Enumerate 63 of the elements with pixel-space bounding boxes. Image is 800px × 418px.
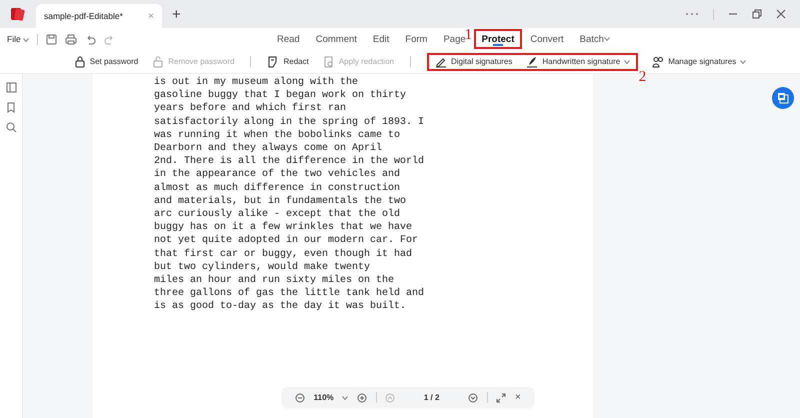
ribbon-button[interactable]: Handwritten signature: [526, 56, 630, 68]
document-text-line: almost as much difference in construction: [154, 182, 402, 195]
document-text-line: arc curiously alike - except that the old: [154, 208, 402, 222]
people-icon: [652, 56, 664, 68]
page-number: 1 / 2: [424, 393, 440, 402]
document-pen-icon: [267, 56, 280, 68]
bookmark-icon[interactable]: [6, 102, 16, 113]
document-text-line: and materials, but in fundamentals the two: [154, 194, 408, 208]
document-text-line: 2nd. There is all the difference in the world: [154, 155, 426, 168]
pen-icon: [434, 56, 447, 68]
document-text-line: miles an hour and run sixty miles on the: [154, 274, 396, 288]
caret-icon: [23, 38, 30, 42]
document-text-line: Dearborn and they always come on April: [154, 142, 384, 156]
menu-tab[interactable]: Edit: [364, 29, 398, 50]
ribbon-button[interactable]: Manage signatures: [652, 56, 746, 68]
search-icon[interactable]: [6, 122, 16, 133]
unlocked-lock-icon: [152, 56, 164, 68]
more-icon[interactable]: [685, 12, 699, 16]
close-zoom-button[interactable]: ×: [515, 392, 521, 403]
fullscreen-icon[interactable]: [496, 392, 506, 402]
document-text-line: but two cylinders, would make twenty: [154, 260, 372, 274]
menu-tab[interactable]: Convert: [522, 29, 572, 50]
annotation-number: 2: [638, 70, 646, 84]
document-text-line: in the appearance of the two vehicles and: [154, 168, 402, 182]
document-text-line: is out in my museum along with the: [154, 76, 360, 90]
document-icon: [777, 92, 789, 104]
menu-tab[interactable]: Read: [269, 29, 308, 50]
document-text-line: not yet quite adopted in our modern car. For: [154, 234, 420, 248]
zoom-out-icon[interactable]: [295, 392, 305, 402]
document-tab[interactable]: sample-pdf-Editable* ×: [36, 4, 162, 28]
word-convert-button[interactable]: [772, 87, 794, 109]
document-text-line: three gallons of gas the little tank held and: [154, 287, 426, 300]
app-logo-icon: [10, 6, 26, 22]
file-menu[interactable]: File: [7, 34, 30, 44]
document-text-line: gasoline buggy that I began work on thirty: [154, 89, 408, 102]
menu-tab[interactable]: Batch: [572, 29, 618, 50]
new-tab-button[interactable]: +: [172, 6, 181, 22]
menu-tab[interactable]: Comment: [308, 29, 365, 50]
annotation-number: 1: [464, 28, 472, 43]
document-text-line: was running it when the bobolinks came to: [154, 128, 402, 142]
close-icon[interactable]: [776, 9, 786, 19]
ribbon-button[interactable]: Redact: [267, 56, 309, 68]
zoom-level[interactable]: 110%: [314, 393, 334, 402]
document-text-line: years before and which first ran: [154, 102, 348, 116]
lock-icon: [74, 56, 86, 68]
quill-icon: [526, 56, 538, 68]
save-icon[interactable]: [46, 34, 58, 44]
document-text-line: that first car or buggy, even though it had: [154, 248, 414, 261]
thumbnails-icon[interactable]: [6, 82, 16, 93]
restore-icon[interactable]: [752, 9, 762, 19]
next-page-icon[interactable]: [468, 392, 478, 402]
document-text-line: satisfactorily along in the spring of 1893. I: [154, 116, 426, 129]
document-text-line: buggy has on it a few wrinkles that we have: [154, 221, 414, 234]
ribbon-button[interactable]: Set password: [74, 56, 138, 68]
caret-icon[interactable]: [342, 396, 348, 400]
ribbon-button[interactable]: Digital signatures: [434, 56, 512, 68]
document-text-line: is as good to-day as the day it was built.: [154, 300, 408, 314]
menu-tab[interactable]: Protect: [474, 29, 522, 50]
document-stamp-icon: [322, 56, 335, 68]
print-icon[interactable]: [65, 34, 78, 44]
menu-tab[interactable]: Form: [397, 29, 436, 50]
zoom-in-icon[interactable]: [356, 392, 367, 402]
undo-icon[interactable]: [85, 34, 96, 44]
